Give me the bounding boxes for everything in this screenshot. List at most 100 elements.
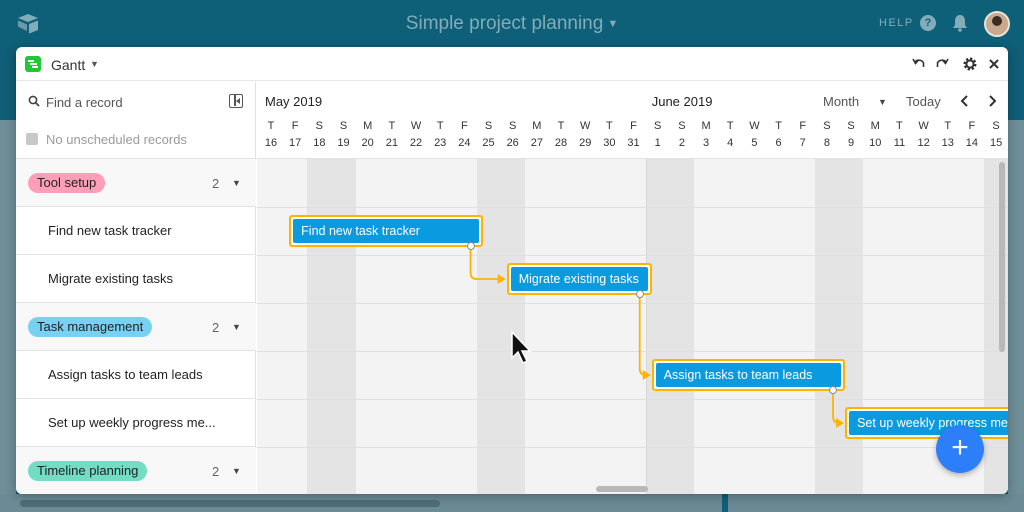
day-letter: S — [678, 120, 686, 132]
record-list-panel: Find a record No unscheduled records Too… — [16, 82, 256, 494]
day-letter: S — [315, 120, 323, 132]
day-letter: F — [968, 120, 976, 132]
record-row[interactable]: Assign tasks to team leads — [16, 350, 256, 398]
background-sheet-left — [0, 120, 16, 500]
day-number: 27 — [530, 137, 543, 149]
timeline-grid: Find new task tracker Migrate existing ta… — [257, 159, 1008, 494]
gantt-bar[interactable]: Migrate existing tasks — [506, 263, 652, 295]
record-name: Assign tasks to team leads — [48, 367, 203, 382]
chevron-right-icon[interactable] — [985, 93, 999, 109]
gantt-bar[interactable]: Assign tasks to team leads — [651, 359, 846, 391]
day-letter: W — [580, 120, 591, 132]
day-letter: T — [775, 120, 782, 132]
day-number: 13 — [941, 137, 954, 149]
dependency-handle[interactable] — [635, 290, 644, 298]
day-number: 18 — [313, 137, 326, 149]
day-number: 25 — [482, 137, 495, 149]
day-letter: M — [870, 120, 880, 132]
record-row[interactable]: Migrate existing tasks — [16, 254, 256, 302]
group-label: Timeline planning — [28, 461, 148, 481]
undo-icon[interactable] — [911, 56, 927, 72]
redo-icon[interactable] — [934, 56, 950, 72]
search-input[interactable]: Find a record — [28, 94, 248, 112]
day-number: 20 — [361, 137, 374, 149]
group-header[interactable]: Task management 2 ▼ — [16, 302, 256, 350]
group-count: 2 — [212, 464, 220, 479]
group-label: Tool setup — [28, 173, 106, 193]
day-letter: T — [436, 120, 444, 132]
day-number: 31 — [627, 137, 640, 149]
app-bar: Simple project planning ▼ HELP ? — [0, 0, 1024, 48]
group-header[interactable]: Tool setup 2 ▼ — [16, 158, 256, 206]
day-letter: T — [606, 120, 613, 132]
day-number: 2 — [678, 137, 685, 149]
time-scale-select[interactable]: Month — [823, 94, 859, 109]
unscheduled-records: No unscheduled records — [26, 132, 187, 147]
day-number: 14 — [965, 137, 979, 149]
collapse-panel-icon[interactable] — [229, 94, 243, 108]
bell-icon[interactable] — [952, 14, 968, 32]
day-number: 26 — [506, 137, 519, 149]
record-name: Find new task tracker — [48, 223, 172, 238]
background-divider — [722, 494, 728, 512]
record-rows: Tool setup 2 ▼ Find new task tracker Migrate… — [16, 158, 256, 494]
day-number: 6 — [775, 137, 782, 149]
chevron-down-icon[interactable]: ▼ — [232, 466, 241, 476]
search-placeholder: Find a record — [46, 95, 123, 110]
day-letter: S — [339, 120, 348, 132]
view-name[interactable]: Gantt — [51, 57, 85, 73]
gantt-bar[interactable]: Set up weekly progress meeting — [845, 407, 1008, 439]
day-number: 8 — [823, 137, 830, 149]
avatar[interactable] — [984, 11, 1010, 37]
chevron-down-icon[interactable]: ▼ — [90, 59, 99, 69]
dependency-handle[interactable] — [466, 242, 475, 250]
vertical-scrollbar[interactable] — [999, 162, 1005, 352]
add-record-button[interactable]: + — [936, 425, 984, 473]
background-sheet-right — [1008, 120, 1024, 500]
horizontal-scrollbar[interactable] — [596, 486, 648, 492]
gantt-bar[interactable]: Find new task tracker — [289, 215, 483, 247]
day-letter: M — [532, 120, 542, 132]
help-icon[interactable]: ? — [920, 15, 936, 31]
gear-icon[interactable] — [962, 56, 978, 72]
group-count: 2 — [212, 176, 220, 191]
chevron-left-icon[interactable] — [958, 93, 972, 109]
today-button[interactable]: Today — [906, 94, 941, 109]
day-letter: S — [654, 120, 662, 132]
day-letter: W — [749, 120, 760, 132]
day-number: 9 — [848, 137, 855, 149]
day-letter: F — [799, 120, 807, 132]
day-letter: T — [388, 120, 396, 132]
close-icon[interactable] — [986, 56, 1002, 72]
dependency-line — [469, 245, 503, 280]
record-row[interactable]: Find new task tracker — [16, 206, 256, 254]
base-title[interactable]: Simple project planning ▼ — [0, 13, 1024, 35]
gantt-timeline: Month ▼ Today Find new task tracker Migra… — [257, 82, 1008, 494]
background-scrollbar — [20, 500, 440, 507]
help-label[interactable]: HELP — [879, 17, 914, 29]
day-number: 17 — [289, 137, 302, 149]
chevron-down-icon[interactable]: ▼ — [232, 178, 241, 188]
group-header[interactable]: Timeline planning 2 ▼ — [16, 446, 256, 494]
day-letter: S — [823, 120, 831, 132]
day-number: 7 — [799, 137, 806, 149]
day-number: 1 — [654, 137, 661, 149]
group-count: 2 — [212, 320, 220, 335]
record-row[interactable]: Set up weekly progress me... — [16, 398, 256, 446]
chevron-down-icon[interactable]: ▼ — [878, 97, 887, 107]
chevron-down-icon[interactable]: ▼ — [232, 322, 241, 332]
unscheduled-text: No unscheduled records — [46, 132, 187, 147]
day-number: 5 — [751, 137, 758, 149]
day-number: 24 — [458, 137, 471, 149]
day-letter: T — [267, 120, 275, 132]
day-letter: W — [918, 120, 929, 132]
day-letter: F — [291, 120, 299, 132]
base-title-text: Simple project planning — [405, 13, 604, 34]
day-letter: S — [509, 120, 517, 132]
month-label: May 2019 — [265, 94, 323, 109]
day-number: 15 — [989, 137, 1003, 149]
gantt-bar-label: Set up weekly progress meeting — [849, 411, 1008, 435]
gantt-bar-label: Assign tasks to team leads — [655, 363, 842, 387]
day-number: 16 — [264, 137, 278, 149]
arrow-head-icon — [497, 274, 506, 284]
